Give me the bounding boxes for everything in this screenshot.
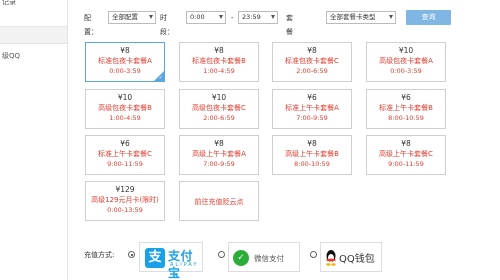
sidebar-item-qq[interactable]: 级QQ	[0, 50, 67, 62]
package-name: 高级包夜卡套餐B	[98, 104, 152, 112]
package-price: ¥6	[401, 93, 411, 102]
package-price: ¥6	[120, 139, 130, 148]
package-card[interactable]: ¥8 标准包夜卡套餐A 0:00-3:59 ✓	[85, 42, 165, 82]
wechat-check-icon: ✓	[233, 250, 249, 266]
package-time: 0:00-3:59	[109, 67, 141, 75]
upgrade-link-card[interactable]: 前往充值贬云点	[179, 181, 259, 221]
package-name: 高级129元月卡(限时)	[91, 196, 159, 204]
package-name: 高级上午卡套餐C	[379, 150, 433, 158]
sidebar-item-active[interactable]	[0, 26, 67, 44]
card-type-value: 全部套餐卡类型	[330, 13, 376, 21]
config-label: 配置：	[84, 14, 98, 36]
package-card[interactable]: ¥6 标准上午卡套餐B 8:00-10:59	[366, 89, 446, 129]
package-name: 标准包夜卡套餐C	[285, 57, 339, 65]
package-time: 2:00-6:59	[296, 67, 328, 75]
package-name: 标准上午卡套餐A	[285, 104, 339, 112]
package-card[interactable]: ¥8 高级上午卡套餐A 7:00-9:59	[179, 135, 259, 175]
package-name: 高级上午卡套餐A	[192, 150, 246, 158]
package-price: ¥8	[214, 139, 224, 148]
package-name: 标准上午卡套餐C	[98, 150, 152, 158]
package-price: ¥129	[115, 185, 135, 194]
package-price: ¥8	[214, 46, 224, 55]
end-time-value: 23:59	[242, 13, 261, 21]
package-name: 高级包夜卡套餐A	[379, 57, 433, 65]
payment-method-label: 充值方式:	[84, 251, 115, 259]
upgrade-link[interactable]: 前往充值贬云点	[180, 182, 258, 222]
chevron-down-icon	[389, 15, 393, 19]
package-card[interactable]: ¥8 标准包夜卡套餐B 1:00-4:59	[179, 42, 259, 82]
alipay-logo-icon: 支	[145, 248, 165, 268]
package-price: ¥10	[211, 93, 227, 102]
wechat-option[interactable]: ✓ 微信支付	[228, 242, 300, 272]
package-name: 标准包夜卡套餐A	[98, 57, 152, 65]
package-time: 1:00-4:59	[203, 67, 235, 75]
check-icon: ✓	[158, 75, 163, 81]
package-price: ¥6	[307, 93, 317, 102]
package-time: 9:00-11:59	[388, 160, 424, 168]
package-card[interactable]: ¥8 高级上午卡套餐B 8:00-10:59	[272, 135, 352, 175]
package-card[interactable]: ¥8 标准包夜卡套餐C 2:00-6:59	[272, 42, 352, 82]
start-time-select[interactable]: 0:00	[186, 11, 226, 24]
range-separator: -	[231, 14, 234, 22]
start-time-value: 0:00	[190, 13, 205, 21]
package-card[interactable]: ¥129 高级129元月卡(限时) 0:00-13:59	[85, 181, 165, 221]
package-time: 7:00-9:59	[296, 114, 328, 122]
end-time-select[interactable]: 23:59	[238, 11, 278, 24]
package-price: ¥8	[120, 46, 130, 55]
chevron-down-icon	[271, 15, 275, 19]
package-price: ¥10	[117, 93, 133, 102]
package-time: 8:00-10:59	[388, 114, 424, 122]
package-time: 2:00-6:59	[203, 114, 235, 122]
package-card[interactable]: ¥10 高级包夜卡套餐A 0:00-3:59	[366, 42, 446, 82]
package-price: ¥10	[398, 46, 414, 55]
sidebar-item-record[interactable]: 记录	[0, 0, 67, 8]
package-price: ¥8	[401, 139, 411, 148]
alipay-radio[interactable]	[128, 251, 135, 258]
package-name: 高级上午卡套餐B	[285, 150, 339, 158]
wechat-pay-label: 微信支付	[254, 254, 284, 263]
qq-penguin-icon	[326, 250, 336, 266]
package-time: 0:00-13:59	[107, 206, 143, 214]
query-button[interactable]: 查询	[406, 10, 451, 25]
sidebar: 记录 级QQ	[0, 0, 68, 280]
package-name: 标准上午卡套餐B	[379, 104, 433, 112]
package-time: 8:00-10:59	[294, 160, 330, 168]
card-type-select[interactable]: 全部套餐卡类型	[326, 11, 396, 24]
package-card[interactable]: ¥6 标准上午卡套餐A 7:00-9:59	[272, 89, 352, 129]
package-price: ¥8	[307, 139, 317, 148]
qq-wallet-radio[interactable]	[310, 251, 317, 258]
config-select-value: 全部配置	[112, 13, 138, 21]
package-card[interactable]: ¥6 标准上午卡套餐C 9:00-11:59	[85, 135, 165, 175]
config-select[interactable]: 全部配置	[108, 11, 156, 24]
qq-wallet-option[interactable]: QQ钱包	[320, 242, 382, 272]
package-time: 1:00-4:59	[109, 114, 141, 122]
package-card[interactable]: ¥10 高级包夜卡套餐B 1:00-4:59	[85, 89, 165, 129]
wechat-radio[interactable]	[218, 251, 225, 258]
package-card[interactable]: ¥10 高级包夜卡套餐C 2:00-6:59	[179, 89, 259, 129]
chevron-down-icon	[219, 15, 223, 19]
qq-wallet-label: QQ钱包	[339, 254, 375, 265]
package-price: ¥8	[307, 46, 317, 55]
period-label: 时段：	[160, 14, 174, 36]
package-time: 0:00-3:59	[390, 67, 422, 75]
package-name: 标准包夜卡套餐B	[192, 57, 246, 65]
alipay-en-name: ALIPAY	[170, 262, 199, 268]
package-time: 9:00-11:59	[107, 160, 143, 168]
package-card[interactable]: ¥8 高级上午卡套餐C 9:00-11:59	[366, 135, 446, 175]
chevron-down-icon	[149, 15, 153, 19]
alipay-option[interactable]: 支 支付宝 ALIPAY	[139, 242, 203, 280]
package-name: 高级包夜卡套餐C	[192, 104, 246, 112]
package-time: 7:00-9:59	[203, 160, 235, 168]
